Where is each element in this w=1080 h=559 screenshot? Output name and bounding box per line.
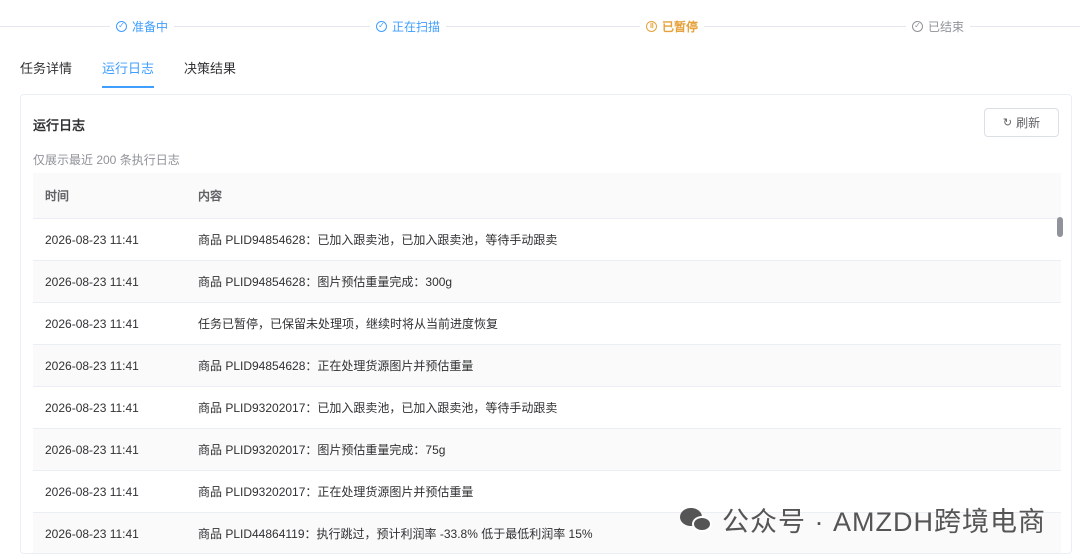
row-time: 2026-08-23 11:41 [45, 358, 139, 373]
step-label: 准备中 [132, 19, 169, 34]
table-row: 2026-08-23 11:41 商品 PLID94854628：正在处理货源图… [33, 345, 1061, 387]
row-content: 商品 PLID94854628：图片预估重量完成：300g [198, 275, 453, 289]
check-circle-icon: ✓ [912, 20, 923, 32]
table-header: 时间 内容 [33, 173, 1061, 219]
table-row: 2026-08-23 11:41 商品 PLID93202017：已加入跟卖池，… [33, 387, 1061, 429]
row-content: 商品 PLID94854628：正在处理货源图片并预估重量 [198, 359, 474, 373]
tab-decision-results[interactable]: 决策结果 [184, 58, 236, 86]
step-label: 已结束 [928, 19, 965, 34]
table-row: 2026-08-23 11:41 商品 PLID94854628：已加入跟卖池，… [33, 219, 1061, 261]
step-preparing: ✓ 准备中 [110, 17, 175, 35]
run-log-card: 运行日志 ↻ 刷新 仅展示最近 200 条执行日志 时间 内容 2026-08-… [20, 94, 1072, 554]
pause-circle-icon: ॥ [646, 20, 657, 32]
table-row: 2026-08-23 11:41 任务已暂停，已保留未处理项，继续时将从当前进度… [33, 303, 1061, 345]
step-label: 已暂停 [662, 19, 699, 34]
tab-bar: 任务详情 运行日志 决策结果 [20, 58, 236, 88]
table-row: 2026-08-23 11:41 商品 PLID94854628：图片预估重量完… [33, 261, 1061, 303]
step-finished: ✓ 已结束 [906, 17, 971, 35]
step-paused: ॥ 已暂停 [640, 17, 705, 35]
progress-steps: ✓ 准备中 ✓ 正在扫描 ॥ 已暂停 ✓ 已结束 [0, 0, 1080, 52]
check-circle-icon: ✓ [116, 20, 127, 32]
tab-run-log[interactable]: 运行日志 [102, 58, 155, 88]
row-time: 2026-08-23 11:41 [45, 442, 139, 457]
table-row: 2026-08-23 11:41 商品 PLID93202017：图片预估重量完… [33, 429, 1061, 471]
scrollbar-thumb[interactable] [1057, 217, 1063, 237]
row-time: 2026-08-23 11:41 [45, 400, 139, 415]
log-table: 时间 内容 2026-08-23 11:41 商品 PLID94854628：已… [33, 173, 1061, 553]
row-time: 2026-08-23 11:41 [45, 526, 139, 541]
row-time: 2026-08-23 11:41 [45, 232, 139, 247]
column-header-time: 时间 [45, 189, 70, 203]
card-title: 运行日志 [33, 118, 86, 133]
refresh-button[interactable]: ↻ 刷新 [984, 108, 1059, 137]
log-limit-note: 仅展示最近 200 条执行日志 [33, 153, 180, 167]
column-header-content: 内容 [198, 189, 223, 203]
row-time: 2026-08-23 11:41 [45, 484, 139, 499]
refresh-icon: ↻ [1002, 117, 1013, 129]
step-label: 正在扫描 [392, 19, 441, 34]
table-scrollbar[interactable] [1055, 217, 1063, 552]
row-content: 商品 PLID94854628：已加入跟卖池，已加入跟卖池，等待手动跟卖 [198, 233, 558, 247]
row-content: 商品 PLID93202017：图片预估重量完成：75g [198, 443, 446, 457]
watermark-text: 公众号 · AMZDH跨境电商 [722, 507, 1046, 537]
row-content: 商品 PLID93202017：正在处理货源图片并预估重量 [198, 485, 474, 499]
row-time: 2026-08-23 11:41 [45, 316, 139, 331]
row-content: 商品 PLID93202017：已加入跟卖池，已加入跟卖池，等待手动跟卖 [198, 401, 558, 415]
row-time: 2026-08-23 11:41 [45, 274, 139, 289]
tab-task-details[interactable]: 任务详情 [20, 58, 72, 86]
refresh-label: 刷新 [1016, 116, 1041, 130]
watermark: 公众号 · AMZDH跨境电商 [680, 500, 1046, 539]
wechat-icon [680, 506, 714, 534]
row-content: 任务已暂停，已保留未处理项，继续时将从当前进度恢复 [198, 317, 499, 331]
step-scanning: ✓ 正在扫描 [370, 17, 447, 35]
check-circle-icon: ✓ [376, 20, 387, 32]
